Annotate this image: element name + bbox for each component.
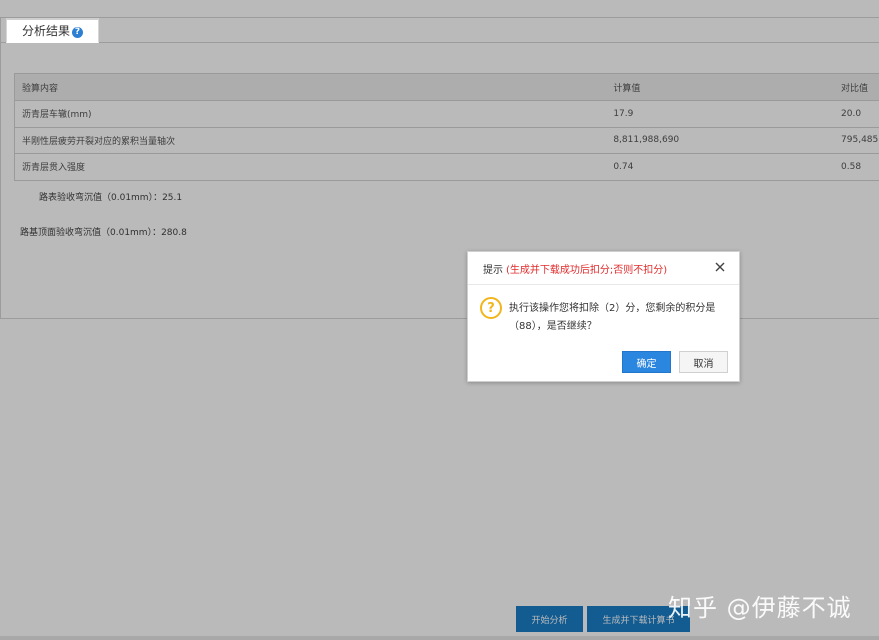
dialog-title-bar: 提示 (生成并下载成功后扣分;否则不扣分)	[468, 252, 739, 285]
confirm-button[interactable]: 确定	[622, 351, 671, 373]
tab-label: 分析结果	[22, 24, 71, 38]
dialog-title: 提示	[483, 264, 503, 276]
tab-analysis-result[interactable]: 分析结果 ?	[6, 18, 100, 43]
question-icon: ?	[480, 297, 502, 319]
help-icon[interactable]: ?	[72, 26, 84, 38]
dialog-warning: (生成并下载成功后扣分;否则不扣分)	[506, 264, 668, 276]
cancel-button[interactable]: 取消	[679, 351, 728, 373]
confirm-dialog: 提示 (生成并下载成功后扣分;否则不扣分) ? 执行该操作您将扣除（2）分，您剩…	[467, 251, 740, 382]
watermark: 知乎 @伊藤不诚	[668, 594, 852, 622]
close-icon[interactable]	[713, 260, 727, 274]
modal-overlay[interactable]	[0, 0, 879, 640]
dialog-message: 执行该操作您将扣除（2）分，您剩余的积分是（88），是否继续？	[509, 303, 716, 332]
